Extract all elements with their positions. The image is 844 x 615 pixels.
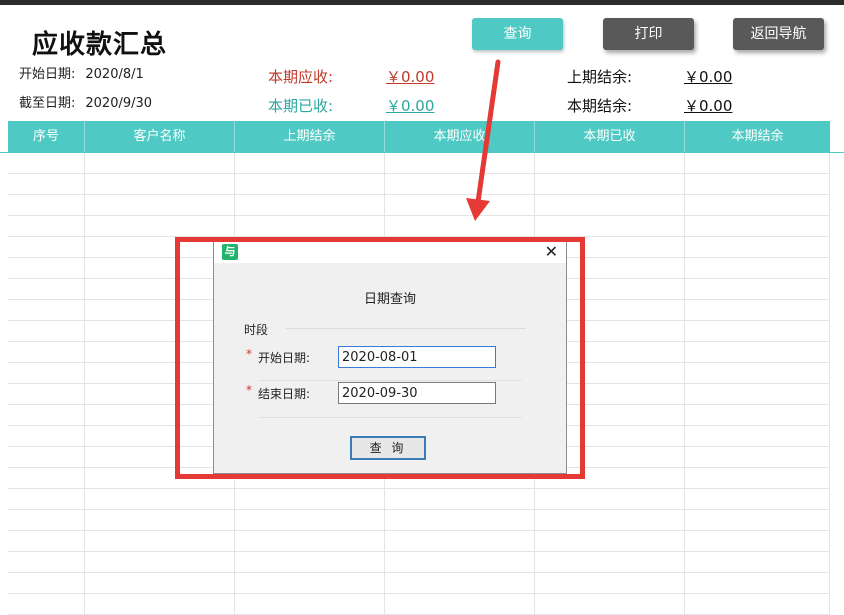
arrow-shaft (475, 59, 501, 205)
start-date-input[interactable]: 2020-08-01 (338, 346, 496, 368)
group-divider (286, 328, 526, 329)
field-separator (258, 380, 522, 381)
required-star-start: * (246, 347, 252, 361)
period-group-label: 时段 (244, 323, 269, 337)
dialog-query-button[interactable]: 查 询 (350, 436, 426, 460)
arrow-head (466, 198, 490, 221)
app-icon: 与 (222, 244, 238, 260)
dialog-titlebar: 与 ✕ (214, 241, 566, 263)
end-date-field-label: 结束日期: (258, 387, 311, 401)
dialog-title: 日期查询 (363, 292, 416, 307)
start-date-field-label: 开始日期: (258, 351, 311, 365)
end-date-input[interactable]: 2020-09-30 (338, 382, 496, 404)
date-query-dialog: 与 ✕ 日期查询 时段 * 开始日期: 2020-08-01 * 结束日期: 2… (213, 240, 567, 474)
required-star-end: * (246, 383, 252, 397)
field-separator (258, 417, 522, 418)
close-icon[interactable]: ✕ (545, 242, 558, 261)
